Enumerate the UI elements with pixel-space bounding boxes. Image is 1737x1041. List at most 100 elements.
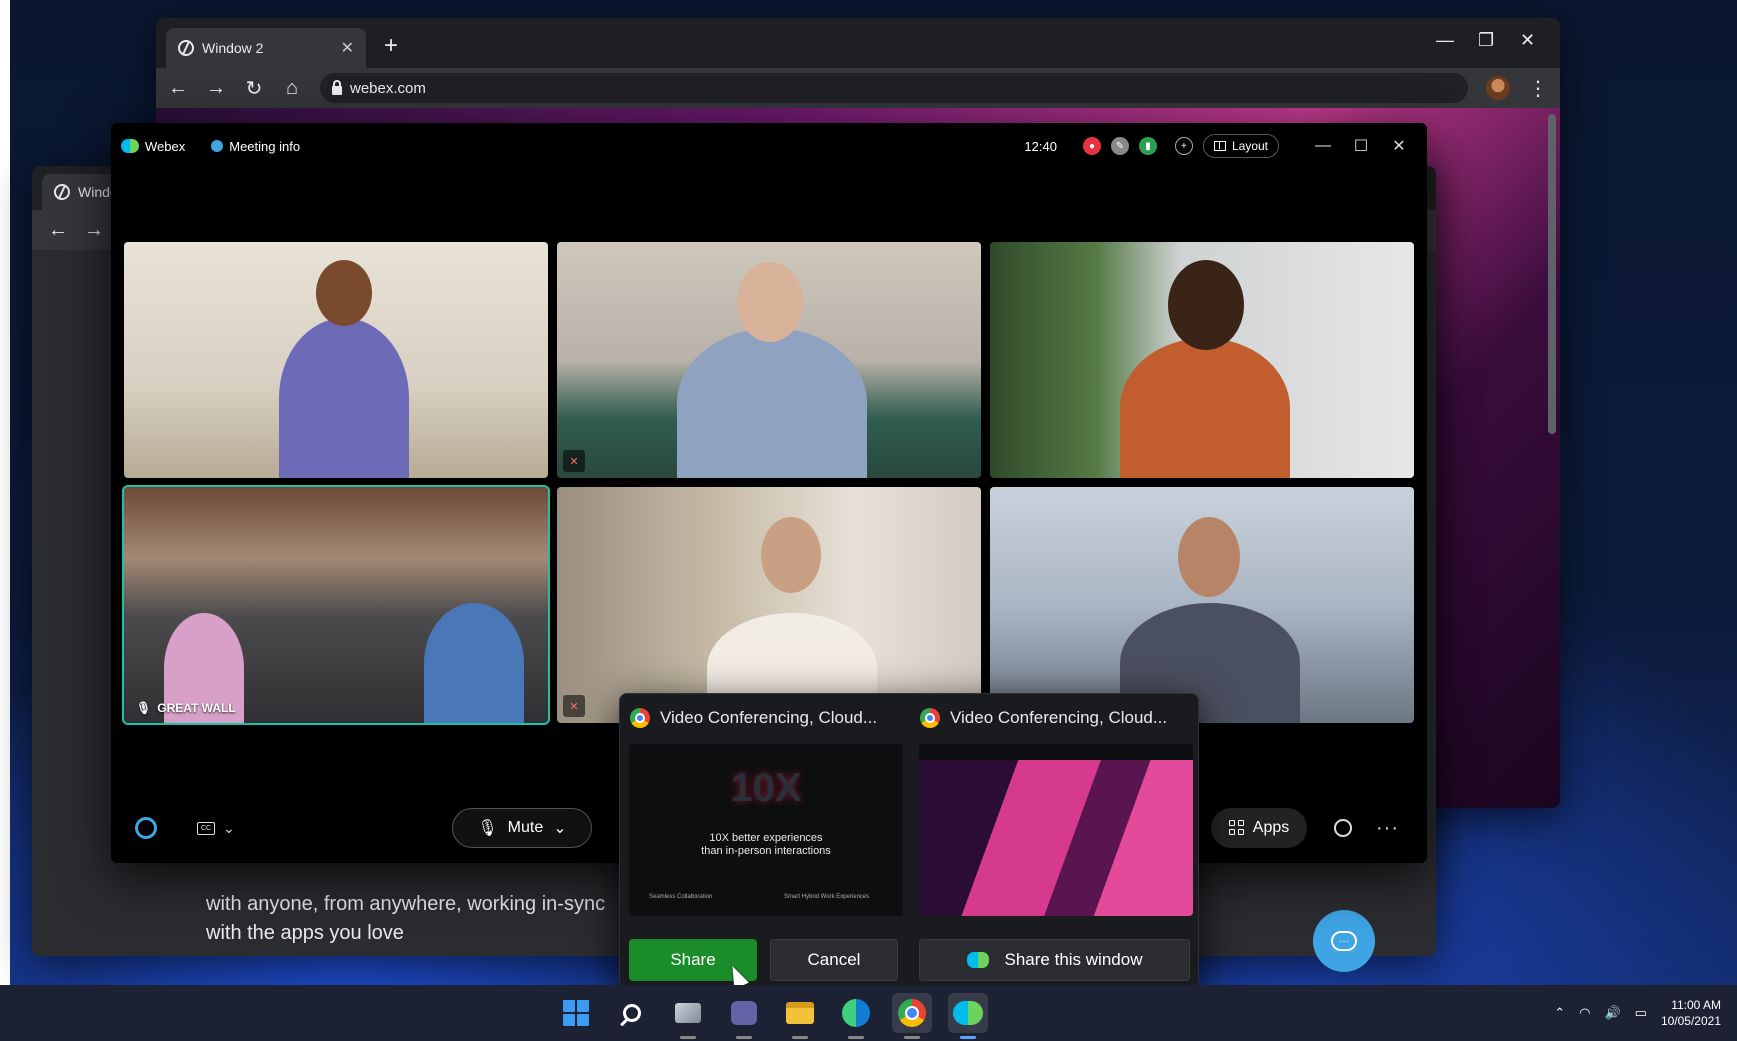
thumb-feature-1: Seamless Collaboration [649, 894, 713, 900]
tile-name-label: 🎙 GREAT WALL [136, 701, 236, 715]
taskbar: ⌃ ◠ 🔊 ▭ 11:00 AM 10/05/2021 [0, 985, 1737, 1041]
chrome-icon [630, 708, 650, 728]
app-name: Webex [145, 138, 186, 154]
chat-icon[interactable] [1334, 819, 1352, 837]
cc-icon: CC [197, 821, 215, 835]
participant-body [424, 603, 524, 723]
meeting-info-button[interactable]: Meeting info [211, 139, 300, 154]
webex-logo-icon [966, 952, 989, 968]
muted-mic-icon: ✕ [563, 450, 585, 472]
minimize-button[interactable]: — [1309, 137, 1337, 155]
new-tab-button[interactable]: + [384, 32, 398, 60]
share-window-popup[interactable]: Video Conferencing, Cloud... Video Confe… [619, 693, 1199, 990]
address-bar[interactable]: webex.com [320, 73, 1468, 103]
mute-button[interactable]: 🎙 Mute ⌄ [452, 808, 592, 848]
captions-button[interactable]: CC ⌄ [197, 820, 235, 837]
close-button[interactable]: ✕ [1385, 136, 1413, 156]
participant-head [316, 260, 372, 326]
search-icon [623, 1004, 641, 1022]
file-explorer-button[interactable] [780, 993, 820, 1039]
video-tile-active-speaker[interactable]: 🎙 GREAT WALL [122, 485, 550, 725]
close-window-button[interactable]: ✕ [1520, 30, 1535, 51]
video-tile[interactable] [990, 487, 1414, 723]
meeting-time: 12:40 [1024, 138, 1057, 154]
edge-button[interactable] [836, 993, 876, 1039]
webex-button[interactable] [948, 993, 988, 1039]
tab-title: Window 2 [202, 40, 264, 56]
page-body-text: with anyone, from anywhere, working in-s… [206, 890, 605, 948]
apps-button[interactable]: Apps [1211, 808, 1307, 848]
profile-avatar[interactable] [1486, 76, 1510, 100]
cancel-button[interactable]: Cancel [770, 939, 898, 981]
close-tab-icon[interactable]: ✕ [341, 38, 354, 58]
apps-label: Apps [1252, 819, 1290, 836]
restore-button[interactable]: ❐ [1478, 30, 1494, 51]
share-this-window-button[interactable]: Share this window [919, 939, 1190, 981]
volume-icon[interactable]: 🔊 [1604, 1005, 1620, 1021]
window-thumbnail-2[interactable] [919, 744, 1193, 916]
edge-icon [842, 999, 870, 1027]
teams-chat-button[interactable] [724, 993, 764, 1039]
thumb-content [919, 760, 1193, 916]
layout-button[interactable]: Layout [1202, 134, 1279, 158]
forward-arrow-icon[interactable]: → [206, 77, 226, 100]
title-bar-right: 12:40 ● ✎ ▮ + Layout — ☐ ✕ [1024, 123, 1413, 169]
body-line-2: with the apps you love [206, 922, 404, 944]
url-text: webex.com [350, 79, 426, 97]
recording-icon[interactable]: ● [1082, 137, 1101, 155]
battery-icon[interactable]: ▭ [1635, 1005, 1647, 1021]
more-options-icon[interactable]: ··· [1376, 817, 1399, 840]
system-tray: ⌃ ◠ 🔊 ▭ 11:00 AM 10/05/2021 [1554, 985, 1721, 1041]
microphone-icon: 🎙 [477, 820, 498, 837]
globe-icon [178, 40, 194, 56]
apps-icon [1228, 820, 1245, 836]
back-arrow-icon[interactable]: ← [48, 219, 68, 242]
reload-icon[interactable]: ↻ [244, 76, 264, 101]
participant-body [677, 328, 867, 478]
chrome-button[interactable] [892, 993, 932, 1039]
network-health-icon[interactable]: ▮ [1138, 137, 1157, 155]
video-tile[interactable] [990, 242, 1414, 478]
tab-bar: Window 2 ✕ + — ❐ ✕ [156, 18, 1560, 68]
home-icon[interactable]: ⌂ [282, 77, 302, 100]
forward-arrow-icon[interactable]: → [84, 219, 104, 242]
lock-icon [332, 79, 342, 95]
video-tile[interactable]: ✕ [557, 242, 981, 478]
tab-window-2[interactable]: Window 2 ✕ [166, 28, 366, 68]
chat-icon: ··· [1331, 931, 1357, 951]
thumb-headline: 10X [730, 766, 802, 810]
thumb-sub-line-2: than in-person interactions [701, 845, 831, 857]
search-button[interactable] [612, 993, 652, 1033]
share-option-title: Video Conferencing, Cloud... [630, 708, 877, 728]
security-icon[interactable]: ✎ [1110, 137, 1129, 155]
body-line-1: with anyone, from anywhere, working in-s… [206, 893, 606, 915]
thumb-sub-line-1: 10X better experiences [709, 832, 823, 844]
webex-brand: Webex [121, 139, 185, 154]
participant-body [1120, 338, 1290, 478]
back-arrow-icon[interactable]: ← [168, 77, 188, 100]
chevron-up-icon[interactable]: ⌃ [1554, 1005, 1565, 1021]
start-button[interactable] [556, 993, 596, 1033]
window-title: Video Conferencing, Cloud... [660, 708, 878, 727]
clock[interactable]: 11:00 AM 10/05/2021 [1661, 997, 1721, 1029]
maximize-button[interactable]: ☐ [1347, 136, 1375, 156]
video-tile[interactable]: ✕ [557, 487, 981, 723]
thumb-feature-2: Smart Hybrid Work Experiences [784, 894, 870, 900]
participant-body [279, 318, 409, 478]
muted-mic-icon: ✕ [563, 695, 585, 717]
video-tile[interactable] [124, 242, 548, 478]
zoom-icon[interactable]: + [1174, 137, 1193, 155]
task-view-button[interactable] [668, 993, 708, 1039]
teams-icon [731, 1001, 757, 1025]
minimize-button[interactable]: — [1436, 30, 1454, 51]
chat-bubble-button[interactable]: ··· [1313, 910, 1375, 972]
participant-head [1178, 517, 1240, 597]
assistant-icon[interactable] [135, 817, 157, 839]
info-icon [211, 140, 224, 152]
browser-toolbar: ← → ↻ ⌂ webex.com ⋮ [156, 68, 1560, 108]
scrollbar[interactable] [1548, 114, 1556, 434]
menu-kebab-icon[interactable]: ⋮ [1528, 76, 1548, 101]
wifi-icon[interactable]: ◠ [1579, 1005, 1590, 1021]
window-thumbnail-1[interactable]: 10X 10X better experiences than in-perso… [629, 744, 903, 916]
chrome-icon [898, 999, 926, 1027]
